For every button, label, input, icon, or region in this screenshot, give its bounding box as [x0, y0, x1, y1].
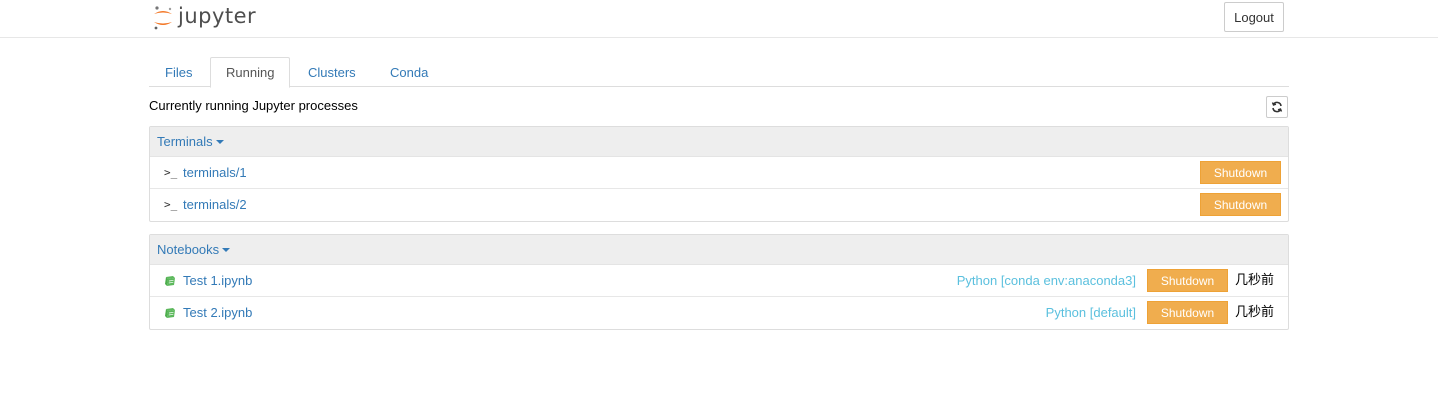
list-item: Test 2.ipynb Python [default] Shutdown 几… — [150, 297, 1288, 329]
running-title: Currently running Jupyter processes — [149, 98, 358, 113]
list-item: >_ terminals/1 Shutdown — [150, 157, 1288, 189]
tab-files[interactable]: Files — [149, 57, 208, 87]
shutdown-button[interactable]: Shutdown — [1200, 193, 1281, 216]
list-item: Test 1.ipynb Python [conda env:anaconda3… — [150, 265, 1288, 297]
notebook-link[interactable]: Test 1.ipynb — [183, 265, 252, 296]
terminal-icon: >_ — [164, 198, 178, 211]
header: jupyter Logout — [0, 0, 1438, 38]
tab-running[interactable]: Running — [210, 57, 291, 88]
notebooks-heading[interactable]: Notebooks — [150, 235, 1288, 265]
last-activity-time: 几秒前 — [1235, 273, 1275, 288]
notebook-link[interactable]: Test 2.ipynb — [183, 297, 252, 328]
jupyter-logo[interactable]: jupyter — [152, 3, 256, 33]
last-activity-time: 几秒前 — [1235, 305, 1275, 320]
kernel-name: Python [default] — [1045, 305, 1136, 320]
notebooks-heading-label: Notebooks — [157, 242, 220, 257]
terminal-link[interactable]: terminals/1 — [183, 157, 247, 188]
terminal-link[interactable]: terminals/2 — [183, 189, 247, 220]
shutdown-button[interactable]: Shutdown — [1147, 301, 1228, 324]
jupyter-logo-icon — [154, 6, 172, 30]
terminals-heading-label: Terminals — [157, 134, 213, 149]
terminals-heading[interactable]: Terminals — [150, 127, 1288, 157]
caret-down-icon — [222, 247, 231, 252]
logout-button[interactable]: Logout — [1224, 2, 1284, 32]
list-item: >_ terminals/2 Shutdown — [150, 189, 1288, 221]
shutdown-button[interactable]: Shutdown — [1147, 269, 1228, 292]
terminals-panel: Terminals >_ terminals/1 Shutdown >_ ter… — [149, 126, 1289, 222]
notebook-icon — [164, 305, 180, 321]
notebooks-panel: Notebooks Test 1.ipynb Python [conda env… — [149, 234, 1289, 330]
tab-conda[interactable]: Conda — [374, 57, 444, 87]
notebook-icon — [164, 273, 180, 289]
tab-clusters[interactable]: Clusters — [292, 57, 372, 87]
logo-text: jupyter — [178, 4, 257, 28]
terminal-icon: >_ — [164, 166, 178, 179]
refresh-icon — [1271, 101, 1283, 113]
shutdown-button[interactable]: Shutdown — [1200, 161, 1281, 184]
caret-down-icon — [215, 139, 224, 144]
refresh-button[interactable] — [1266, 96, 1288, 118]
tab-bar: Files Running Clusters Conda — [149, 57, 1289, 88]
kernel-name: Python [conda env:anaconda3] — [956, 273, 1136, 288]
